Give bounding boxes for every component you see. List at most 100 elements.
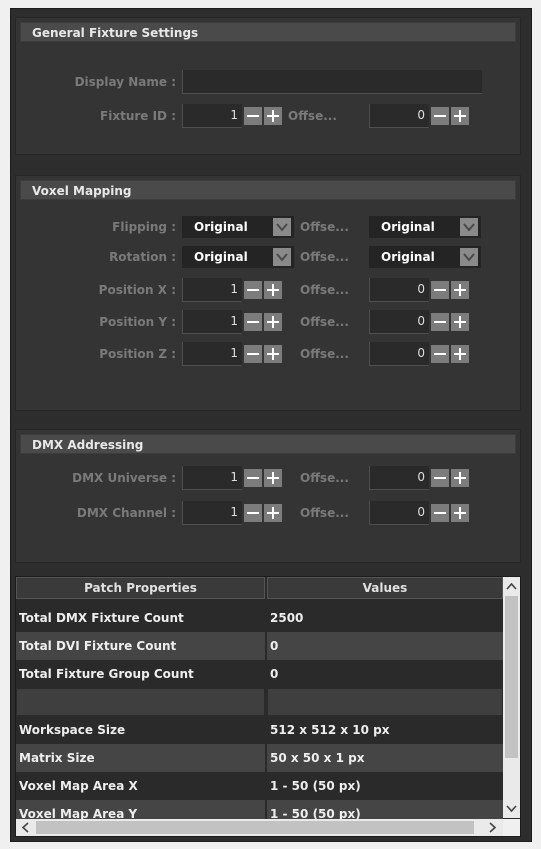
property-cell: Total DMX Fixture Count <box>19 611 184 625</box>
dmx-universe-offset-input[interactable]: 0 <box>369 466 429 490</box>
chevron-down-icon <box>460 218 478 236</box>
position-y-input[interactable]: 1 <box>182 310 242 334</box>
position-y-decrement-button[interactable] <box>244 313 262 331</box>
table-row[interactable]: Total DVI Fixture Count 0 <box>16 632 503 660</box>
fixture-id-offset-decrement-button[interactable] <box>431 107 449 125</box>
dmx-universe-decrement-button[interactable] <box>244 469 262 487</box>
value-cell: 50 x 50 x 1 px <box>267 744 503 772</box>
dmx-addressing-header: DMX Addressing <box>20 434 516 454</box>
horizontal-scrollbar[interactable] <box>16 819 503 836</box>
position-y-increment-button[interactable] <box>264 313 282 331</box>
dmx-universe-offset-label: Offse... <box>300 471 349 485</box>
position-z-offset-decrement-button[interactable] <box>431 345 449 363</box>
dmx-channel-decrement-button[interactable] <box>244 504 262 522</box>
dmx-universe-input[interactable]: 1 <box>182 466 242 490</box>
display-name-row: Display Name : <box>16 69 520 95</box>
column-header-values[interactable]: Values <box>267 577 503 599</box>
horizontal-scroll-thumb[interactable] <box>36 821 474 834</box>
fixture-id-increment-button[interactable] <box>264 107 282 125</box>
rotation-select[interactable]: Original <box>182 246 294 268</box>
position-y-offset-decrement-button[interactable] <box>431 313 449 331</box>
position-y-offset-increment-button[interactable] <box>451 313 469 331</box>
fixture-id-input[interactable]: 1 <box>182 104 242 128</box>
flipping-row: Flipping : Original Offse... Original <box>16 214 520 240</box>
position-z-decrement-button[interactable] <box>244 345 262 363</box>
value-cell: 2500 <box>270 611 304 625</box>
position-x-offset-decrement-button[interactable] <box>431 281 449 299</box>
flipping-offset-select[interactable]: Original <box>369 216 481 238</box>
property-cell: Voxel Map Area X <box>19 779 138 793</box>
position-z-label: Position Z : <box>99 347 176 361</box>
patch-properties-table[interactable]: Patch Properties Values Total DMX Fixtur… <box>15 576 521 837</box>
value-cell: 1 - 50 (50 px) <box>270 779 361 793</box>
dmx-channel-increment-button[interactable] <box>264 504 282 522</box>
dmx-channel-label: DMX Channel : <box>76 506 176 520</box>
flipping-select[interactable]: Original <box>182 216 294 238</box>
fixture-properties-window: General Fixture Settings Display Name : … <box>10 8 532 842</box>
general-settings-header: General Fixture Settings <box>20 22 516 42</box>
rotation-offset-select[interactable]: Original <box>369 246 481 268</box>
table-row[interactable]: Total Fixture Group Count 0 <box>16 660 503 688</box>
fixture-id-label: Fixture ID : <box>100 109 176 123</box>
dmx-universe-increment-button[interactable] <box>264 469 282 487</box>
dmx-addressing-panel: DMX Addressing DMX Universe : 1 Offse...… <box>15 429 521 563</box>
flipping-offset-select-value: Original <box>381 220 435 234</box>
dmx-universe-label: DMX Universe : <box>72 471 176 485</box>
fixture-id-offset-input[interactable]: 0 <box>369 104 429 128</box>
general-fixture-settings-panel: General Fixture Settings Display Name : … <box>15 17 521 155</box>
position-x-offset-label: Offse... <box>300 283 349 297</box>
table-row[interactable] <box>16 688 503 716</box>
dmx-channel-input[interactable]: 1 <box>182 501 242 525</box>
table-row[interactable]: Workspace Size 512 x 512 x 10 px <box>16 716 503 744</box>
vertical-scrollbar[interactable] <box>503 577 520 818</box>
column-header-patch-properties[interactable]: Patch Properties <box>16 577 265 599</box>
position-y-offset-input[interactable]: 0 <box>369 310 429 334</box>
table-row[interactable]: Voxel Map Area X 1 - 50 (50 px) <box>16 772 503 800</box>
position-z-offset-label: Offse... <box>300 347 349 361</box>
fixture-id-offset-increment-button[interactable] <box>451 107 469 125</box>
position-y-row: Position Y : 1 Offse... 0 <box>16 309 520 335</box>
position-x-input[interactable]: 1 <box>182 278 242 302</box>
table-row[interactable]: Matrix Size 50 x 50 x 1 px <box>16 744 503 772</box>
dmx-universe-offset-decrement-button[interactable] <box>431 469 449 487</box>
value-cell: 0 <box>267 632 503 660</box>
scroll-right-button[interactable] <box>484 819 500 836</box>
dmx-channel-offset-increment-button[interactable] <box>451 504 469 522</box>
fixture-id-decrement-button[interactable] <box>244 107 262 125</box>
rotation-select-value: Original <box>194 250 248 264</box>
rotation-offset-label: Offse... <box>300 250 349 264</box>
position-x-offset-input[interactable]: 0 <box>369 278 429 302</box>
position-x-label: Position X : <box>98 283 176 297</box>
chevron-down-icon <box>506 805 517 813</box>
position-z-row: Position Z : 1 Offse... 0 <box>16 341 520 367</box>
vertical-scroll-thumb[interactable] <box>505 596 518 758</box>
dmx-channel-offset-decrement-button[interactable] <box>431 504 449 522</box>
property-cell: Matrix Size <box>16 744 265 772</box>
rotation-offset-select-value: Original <box>381 250 435 264</box>
position-x-row: Position X : 1 Offse... 0 <box>16 277 520 303</box>
position-z-offset-input[interactable]: 0 <box>369 342 429 366</box>
property-cell: Total Fixture Group Count <box>19 667 194 681</box>
dmx-universe-offset-increment-button[interactable] <box>451 469 469 487</box>
scroll-up-button[interactable] <box>503 579 520 595</box>
position-z-increment-button[interactable] <box>264 345 282 363</box>
table-row[interactable]: Total DMX Fixture Count 2500 <box>16 604 503 632</box>
dmx-channel-offset-label: Offse... <box>300 506 349 520</box>
scroll-down-button[interactable] <box>503 800 520 816</box>
scrollbar-corner <box>503 819 520 836</box>
display-name-input[interactable] <box>182 70 482 94</box>
position-y-offset-label: Offse... <box>300 315 349 329</box>
chevron-left-icon <box>21 822 29 833</box>
position-x-offset-increment-button[interactable] <box>451 281 469 299</box>
position-z-input[interactable]: 1 <box>182 342 242 366</box>
voxel-mapping-header: Voxel Mapping <box>20 180 516 200</box>
position-x-decrement-button[interactable] <box>244 281 262 299</box>
dmx-channel-offset-input[interactable]: 0 <box>369 501 429 525</box>
position-x-increment-button[interactable] <box>264 281 282 299</box>
scroll-left-button[interactable] <box>18 819 34 836</box>
position-z-offset-increment-button[interactable] <box>451 345 469 363</box>
position-y-label: Position Y : <box>99 315 176 329</box>
value-cell <box>267 688 503 716</box>
property-cell <box>16 688 265 716</box>
value-cell: 0 <box>270 667 279 681</box>
